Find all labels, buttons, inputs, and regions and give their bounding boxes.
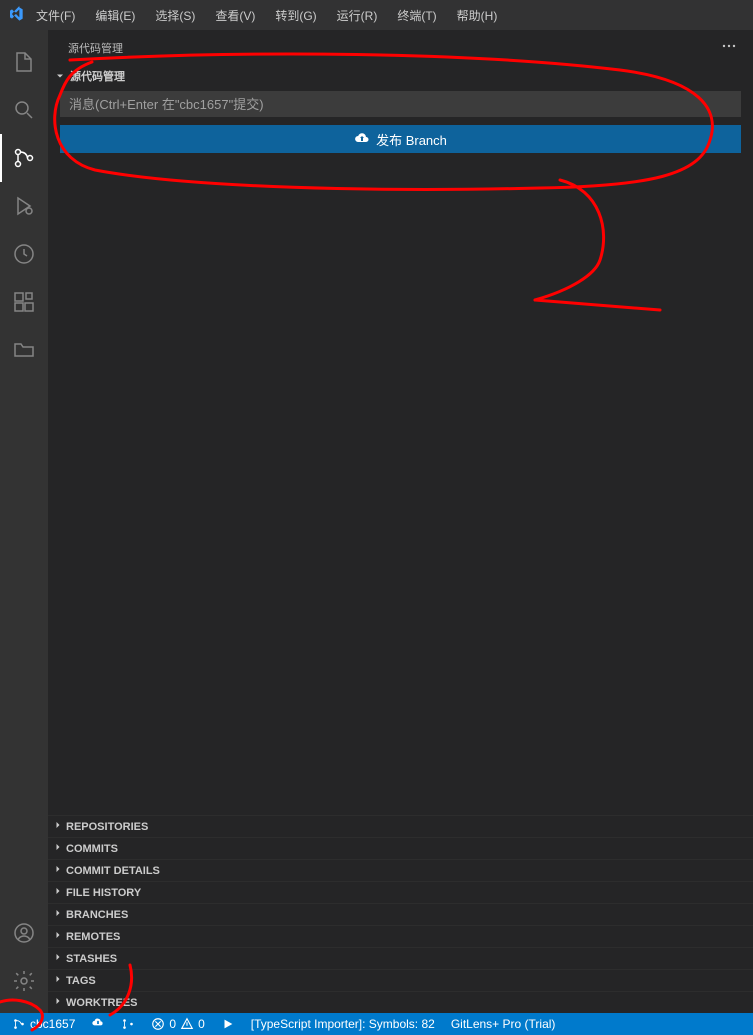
status-gitlens-label: GitLens+ Pro (Trial) [451, 1017, 556, 1031]
status-sync[interactable] [87, 1013, 109, 1035]
more-actions-icon[interactable] [721, 38, 737, 57]
activity-search[interactable] [0, 86, 48, 134]
sidebar-title: 源代码管理 [68, 40, 123, 56]
chevron-down-icon [52, 70, 68, 82]
section-label: REPOSITORIES [66, 821, 148, 833]
section-label: STASHES [66, 953, 117, 965]
section-remotes[interactable]: REMOTES [48, 925, 753, 947]
commit-message-input[interactable] [60, 91, 741, 117]
cloud-upload-icon [354, 130, 370, 149]
chevron-right-icon [52, 863, 64, 878]
section-label: WORKTREES [66, 997, 138, 1009]
section-branches[interactable]: BRANCHES [48, 903, 753, 925]
section-label: REMOTES [66, 931, 120, 943]
status-warnings-count: 0 [198, 1017, 205, 1031]
chevron-right-icon [52, 929, 64, 944]
menu-selection[interactable]: 选择(S) [147, 3, 203, 28]
status-branch-name: cbc1657 [30, 1017, 75, 1031]
sidebar-header: 源代码管理 [48, 30, 753, 65]
chevron-right-icon [52, 819, 64, 834]
menu-edit[interactable]: 编辑(E) [87, 3, 143, 28]
menu-file[interactable]: 文件(F) [28, 3, 83, 28]
scm-section-label: 源代码管理 [70, 68, 125, 84]
section-label: TAGS [66, 975, 96, 987]
status-gitlens-icon[interactable] [117, 1013, 139, 1035]
section-label: FILE HISTORY [66, 887, 141, 899]
section-tags[interactable]: TAGS [48, 969, 753, 991]
status-problems[interactable]: 0 0 [147, 1013, 208, 1035]
section-worktrees[interactable]: WORKTREES [48, 991, 753, 1013]
activity-extensions[interactable] [0, 278, 48, 326]
statusbar: cbc1657 0 0 [TypeScript Importer]: Symbo… [0, 1013, 753, 1035]
section-stashes[interactable]: STASHES [48, 947, 753, 969]
activity-run-debug[interactable] [0, 182, 48, 230]
activity-explorer[interactable] [0, 38, 48, 86]
menu-terminal[interactable]: 终端(T) [389, 3, 444, 28]
status-debug-start[interactable] [217, 1013, 239, 1035]
section-label: COMMITS [66, 843, 118, 855]
activity-bar [0, 30, 48, 1013]
scm-section-header[interactable]: 源代码管理 [48, 65, 753, 87]
section-label: BRANCHES [66, 909, 128, 921]
status-errors-count: 0 [169, 1017, 176, 1031]
vscode-logo-icon [8, 6, 24, 25]
section-label: COMMIT DETAILS [66, 865, 160, 877]
gitlens-sections: REPOSITORIES COMMITS COMMIT DETAILS FILE… [48, 815, 753, 1013]
menu-view[interactable]: 查看(V) [207, 3, 263, 28]
sidebar: 源代码管理 源代码管理 发布 Branch [48, 30, 753, 1013]
menu-run[interactable]: 运行(R) [329, 3, 386, 28]
status-ts-importer[interactable]: [TypeScript Importer]: Symbols: 82 [247, 1013, 439, 1035]
chevron-right-icon [52, 841, 64, 856]
titlebar: 文件(F) 编辑(E) 选择(S) 查看(V) 转到(G) 运行(R) 终端(T… [0, 0, 753, 30]
section-commit-details[interactable]: COMMIT DETAILS [48, 859, 753, 881]
activity-scm[interactable] [0, 134, 48, 182]
scm-empty-area [48, 161, 753, 815]
status-gitlens-pro[interactable]: GitLens+ Pro (Trial) [447, 1013, 560, 1035]
publish-branch-label: 发布 Branch [376, 130, 447, 149]
section-file-history[interactable]: FILE HISTORY [48, 881, 753, 903]
chevron-right-icon [52, 885, 64, 900]
scm-body: 发布 Branch [48, 87, 753, 161]
chevron-right-icon [52, 907, 64, 922]
chevron-right-icon [52, 973, 64, 988]
activity-timeline[interactable] [0, 230, 48, 278]
activity-accounts[interactable] [0, 909, 48, 957]
menu-help[interactable]: 帮助(H) [449, 3, 506, 28]
menu-go[interactable]: 转到(G) [267, 3, 324, 28]
main: 源代码管理 源代码管理 发布 Branch [0, 30, 753, 1013]
section-commits[interactable]: COMMITS [48, 837, 753, 859]
status-ts-importer-label: [TypeScript Importer]: Symbols: 82 [251, 1017, 435, 1031]
chevron-right-icon [52, 995, 64, 1010]
activity-folder[interactable] [0, 326, 48, 374]
activity-settings[interactable] [0, 957, 48, 1005]
status-branch[interactable]: cbc1657 [8, 1013, 79, 1035]
publish-branch-button[interactable]: 发布 Branch [60, 125, 741, 153]
section-repositories[interactable]: REPOSITORIES [48, 815, 753, 837]
chevron-right-icon [52, 951, 64, 966]
